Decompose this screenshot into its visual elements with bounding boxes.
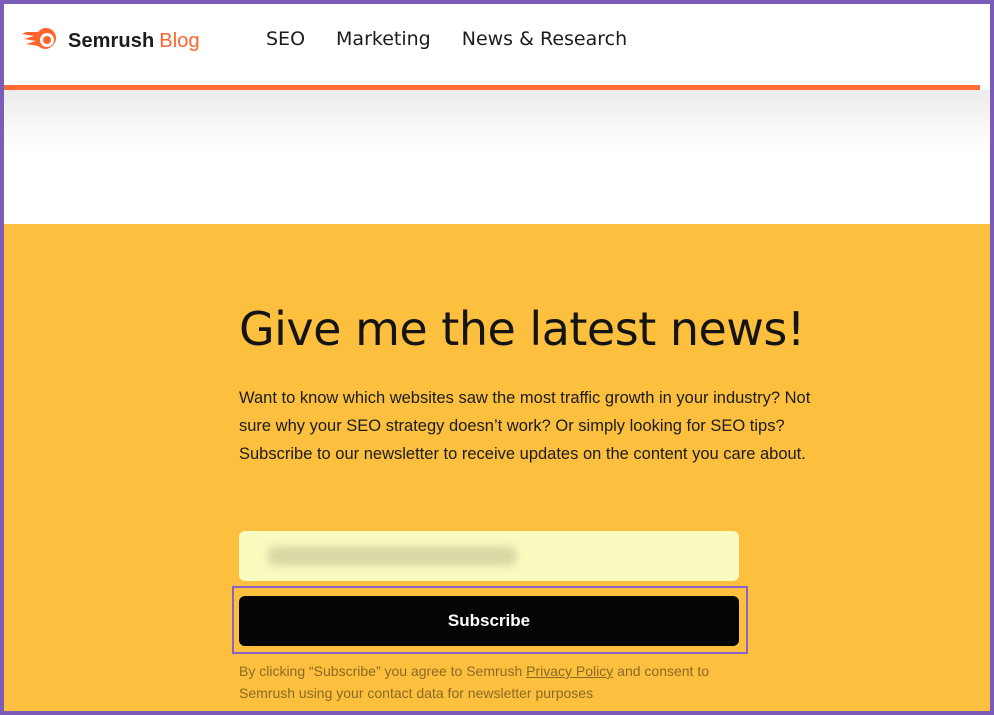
nav-item-seo[interactable]: SEO [266,28,305,50]
semrush-flame-icon [22,28,56,49]
email-input[interactable] [239,531,739,581]
nav-item-marketing[interactable]: Marketing [336,28,431,50]
legal-notice: By clicking “Subscribe” you agree to Sem… [239,660,739,704]
brand-name: Semrush Blog [68,29,200,52]
newsletter-description: Want to know which websites saw the most… [239,389,811,463]
semrush-logo-link[interactable]: Semrush Blog [20,24,200,58]
subscribe-button[interactable]: Subscribe [239,596,739,646]
brand-blog-label: Blog [159,29,200,52]
site-header: Semrush Blog SEO Marketing News & Researc… [4,4,990,88]
legal-prefix: By clicking “Subscribe” you agree to Sem… [239,663,527,679]
nav-item-news-research[interactable]: News & Research [462,28,627,50]
main-nav: SEO Marketing News & Research [266,28,658,50]
privacy-policy-link[interactable]: Privacy Policy [526,663,613,679]
newsletter-title: Give me the latest news! [239,302,805,356]
page-frame: Semrush Blog SEO Marketing News & Researc… [0,0,994,715]
header-shadow-band [4,90,990,150]
newsletter-section: Give me the latest news! Want to know wh… [4,224,990,711]
